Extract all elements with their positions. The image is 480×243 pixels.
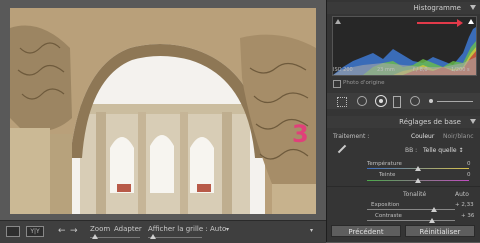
bottom-toolbar: Y|Y ← → Zoom Adapter Afficher la grille … [0,220,326,243]
tone-auto[interactable]: Auto [455,191,469,198]
spot-removal-icon[interactable] [357,96,367,106]
tint-value: 0 [467,172,471,178]
histogram-title: Histogramme [413,4,461,12]
brush-tool-icon[interactable] [429,99,433,103]
contrast-knob[interactable] [429,218,435,223]
contrast-slider[interactable] [367,220,455,221]
zoom-value[interactable]: Adapter [114,225,142,233]
wb-value[interactable]: Telle quelle ↕ [423,147,464,154]
previous-button[interactable]: Précédent [331,225,401,237]
grid-slider[interactable] [148,237,202,238]
exif-focal: 23 mm [377,67,395,73]
crop-tool-icon[interactable] [337,97,347,107]
red-pointer-arrow [417,22,457,24]
exposure-knob[interactable] [431,207,437,212]
ruins-photo [10,8,316,214]
original-photo-checkbox[interactable] [333,80,341,88]
grid-dropdown-icon[interactable]: ▾ [226,226,229,233]
reset-button[interactable]: Réinitialiser [405,225,475,237]
exif-aperture: f / 8,0 [413,67,428,73]
annotation-number: 3 [292,120,309,148]
original-photo-label: Photo d'origine [343,80,385,86]
brush-size-slider[interactable] [437,101,473,102]
zoom-label: Zoom [90,225,111,233]
treatment-color[interactable]: Couleur [411,133,434,140]
compare-view-icon[interactable]: Y|Y [26,226,44,237]
basic-settings-title: Réglages de base [399,118,461,126]
contrast-value: + 36 [461,213,475,219]
right-panel: Histogramme ISO 200 23 mm f / 8,0 1/200 … [326,0,480,242]
treatment-label: Traitement : [333,133,370,140]
arrow-left-icon[interactable]: ← [58,226,66,236]
red-pointer-arrowhead [457,19,463,27]
temperature-knob[interactable] [415,166,421,171]
graduated-filter-icon[interactable] [393,96,401,108]
exposure-label: Exposition [371,202,400,208]
zoom-slider-knob[interactable] [92,234,98,239]
clipping-indicator-left[interactable] [335,19,341,24]
clipping-indicator-right[interactable] [468,19,474,24]
histogram-header[interactable]: Histogramme [327,2,480,14]
collapse-basic-icon[interactable] [470,119,476,124]
temperature-value: 0 [467,161,471,167]
toolbar-menu-icon[interactable]: ▾ [310,227,313,234]
photo-preview[interactable]: 3 [10,8,316,214]
temperature-label: Température [367,161,402,167]
collapse-icon[interactable] [470,5,476,10]
wb-eyedropper-icon[interactable] [337,144,347,154]
wb-label: BB : [405,147,418,154]
exposure-slider[interactable] [367,209,455,210]
tint-label: Teinte [379,172,396,178]
exif-iso: ISO 200 [333,67,353,73]
exposure-value: + 2,33 [455,202,474,208]
image-canvas: 3 [0,0,326,242]
treatment-bw[interactable]: Noir/blanc [443,133,474,140]
tint-knob[interactable] [415,178,421,183]
radial-filter-icon[interactable] [410,96,420,106]
basic-settings-header[interactable]: Réglages de base [327,116,480,128]
grid-label: Afficher la grille : [148,225,208,233]
grid-slider-knob[interactable] [150,234,156,239]
redeye-icon-dot [379,99,383,103]
arrow-right-icon[interactable]: → [70,226,78,236]
tone-label: Tonalité [403,191,427,198]
exif-shutter: 1/200 s [451,67,470,73]
grid-value[interactable]: Auto [210,225,226,233]
loupe-view-icon[interactable] [6,226,20,237]
tone-divider [327,186,480,187]
contrast-label: Contraste [375,213,402,219]
